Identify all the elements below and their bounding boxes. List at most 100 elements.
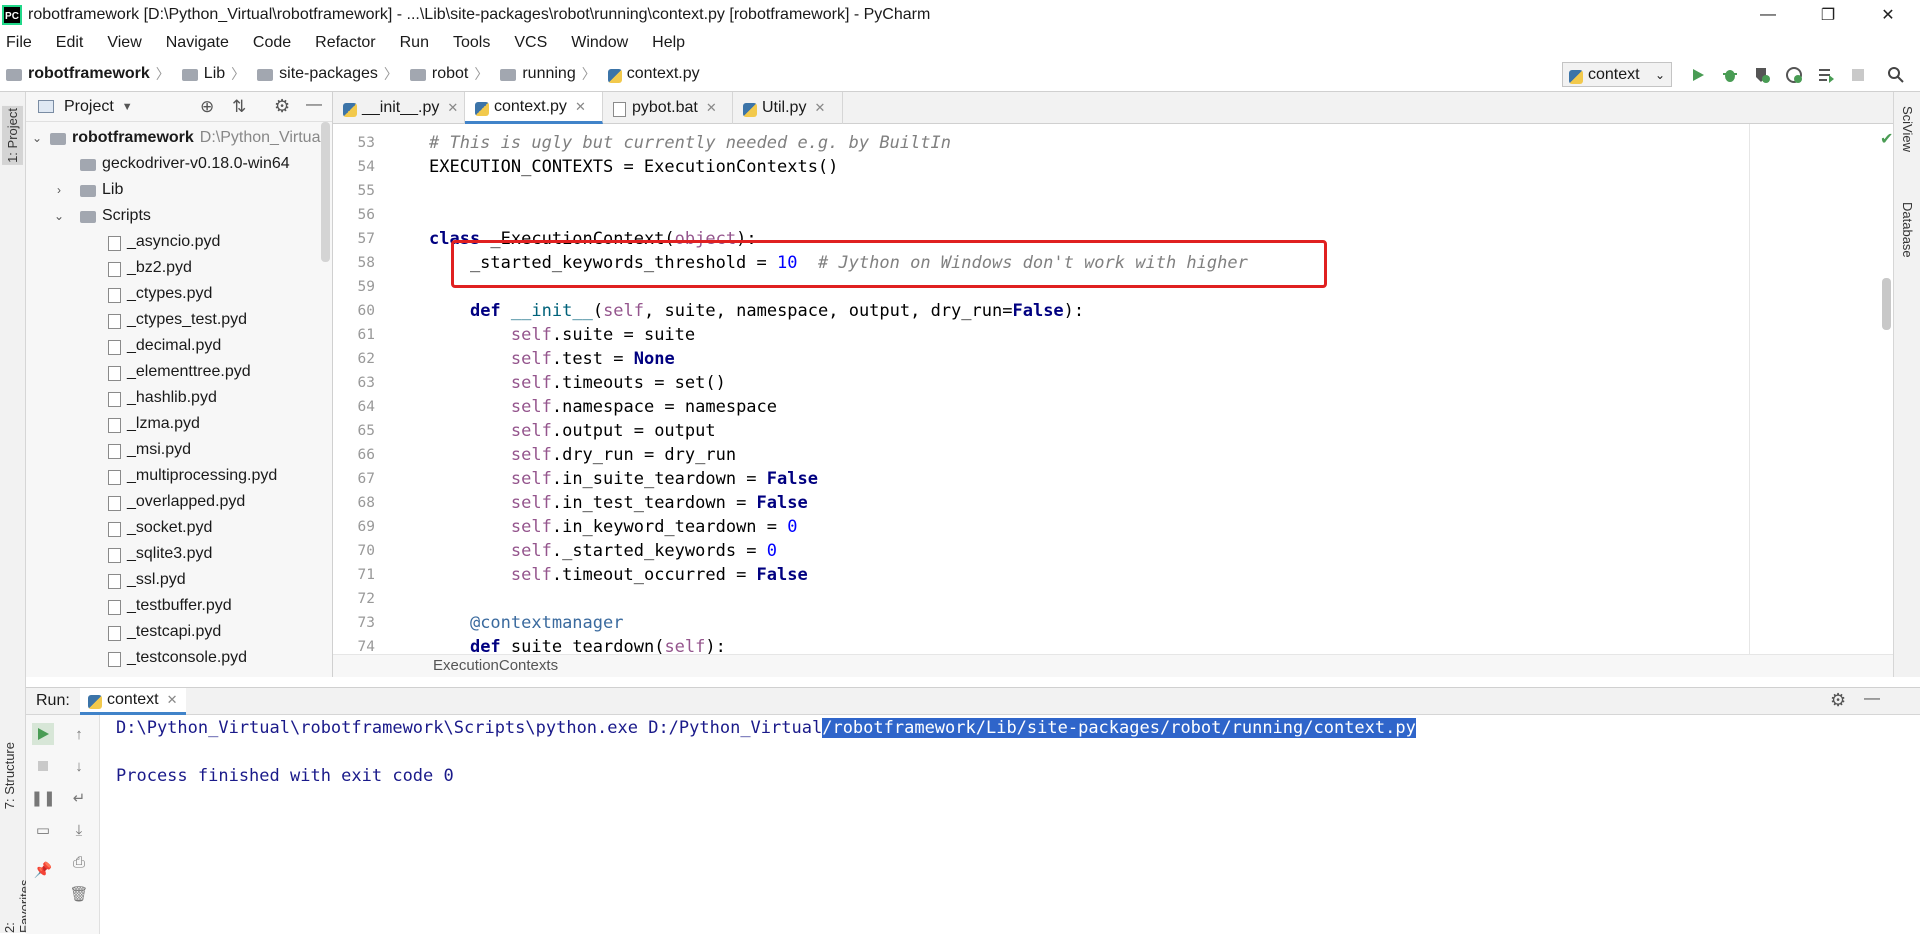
tab-context-py[interactable]: context.py ✕ — [465, 92, 603, 124]
menu-help[interactable]: Help — [648, 34, 689, 52]
tab-util-py[interactable]: Util.py ✕ — [733, 92, 843, 124]
project-scrollbar[interactable] — [321, 122, 330, 262]
up-arrow-icon[interactable]: ↑ — [68, 723, 90, 745]
down-arrow-icon[interactable]: ↓ — [68, 755, 90, 777]
file-icon — [108, 521, 121, 537]
menu-navigate[interactable]: Navigate — [162, 34, 233, 52]
menu-tools[interactable]: Tools — [449, 34, 494, 52]
tree-item-folder[interactable]: › Lib — [52, 177, 123, 203]
tool-tab-project[interactable]: 1: Project — [2, 106, 23, 165]
hide-icon[interactable]: — — [306, 96, 322, 114]
console-command-line[interactable]: D:\Python_Virtual\robotframework\Scripts… — [116, 718, 1416, 738]
hide-icon[interactable]: — — [1864, 690, 1880, 708]
profile-icon[interactable] — [1782, 63, 1806, 87]
run-configuration-select[interactable]: context ⌄ — [1562, 62, 1672, 87]
tool-tab-sciview[interactable]: SciView — [1900, 106, 1915, 152]
close-icon[interactable]: ✕ — [575, 99, 586, 115]
project-panel-title[interactable]: Project — [64, 98, 114, 116]
close-icon[interactable]: ✕ — [814, 100, 825, 116]
tree-item-file[interactable]: _hashlib.pyd — [108, 385, 217, 411]
breadcrumb-robotframework[interactable]: robotframework — [6, 65, 150, 83]
tab-init-py[interactable]: __init__.py ✕ — [333, 92, 465, 124]
run-icon[interactable] — [1686, 63, 1710, 87]
print-icon[interactable]: ⎙ — [68, 851, 90, 873]
tab-pybot-bat[interactable]: pybot.bat ✕ — [603, 92, 733, 124]
tree-item-file[interactable]: _ctypes.pyd — [108, 281, 212, 307]
tree-item-folder[interactable]: geckodriver-v0.18.0-win64 — [80, 151, 290, 177]
menu-vcs[interactable]: VCS — [510, 34, 551, 52]
tree-item-file[interactable]: _elementtree.pyd — [108, 359, 251, 385]
line-number: 62 — [357, 351, 375, 367]
tree-item-file[interactable]: _lzma.pyd — [108, 411, 200, 437]
breadcrumb-running[interactable]: running — [500, 65, 576, 83]
scroll-to-end-icon[interactable]: ⤓ — [68, 819, 90, 841]
tree-item-file[interactable]: _ctypes_test.pyd — [108, 307, 247, 333]
tool-tab-database[interactable]: Database — [1900, 202, 1915, 258]
run-concurrency-icon[interactable] — [1814, 63, 1838, 87]
tree-item-file[interactable]: _testconsole.pyd — [108, 645, 247, 671]
tool-tab-structure[interactable]: 7: Structure — [2, 742, 17, 809]
gear-icon[interactable]: ⚙ — [1830, 690, 1846, 711]
soft-wrap-icon[interactable]: ↵ — [68, 787, 90, 809]
file-icon — [108, 651, 121, 667]
chevron-down-icon[interactable]: ⌄ — [52, 209, 66, 223]
folder-icon — [50, 133, 66, 145]
gear-icon[interactable]: ⚙ — [274, 96, 290, 117]
run-coverage-icon[interactable] — [1750, 63, 1774, 87]
code-line: self.in_suite_teardown = False — [510, 469, 818, 489]
tree-item-file[interactable]: _asyncio.pyd — [108, 229, 220, 255]
close-icon[interactable]: ✕ — [706, 100, 717, 116]
breadcrumb-context-py[interactable]: context.py — [607, 65, 700, 83]
menu-window[interactable]: Window — [567, 34, 632, 52]
chevron-down-icon[interactable]: ▼ — [122, 101, 133, 113]
chevron-right-icon[interactable]: › — [52, 183, 66, 197]
close-icon[interactable]: ✕ — [447, 100, 458, 116]
tree-item-folder[interactable]: ⌄ Scripts — [52, 203, 151, 229]
search-icon[interactable] — [1884, 63, 1908, 87]
title-bar: PC robotframework [D:\Python_Virtual\rob… — [0, 0, 1920, 29]
tree-item-file[interactable]: _ssl.pyd — [108, 567, 186, 593]
editor-context-breadcrumb[interactable]: ExecutionContexts — [333, 654, 1893, 677]
menu-file[interactable]: File — [2, 34, 36, 52]
close-icon[interactable]: ✕ — [167, 692, 178, 708]
tree-item-file[interactable]: _bz2.pyd — [108, 255, 192, 281]
pin-icon[interactable]: 📌 — [32, 859, 54, 881]
menu-refactor[interactable]: Refactor — [311, 34, 379, 52]
tree-item-file[interactable]: _overlapped.pyd — [108, 489, 245, 515]
tree-item-root[interactable]: ⌄ robotframework D:\Python_Virtua — [30, 125, 321, 151]
rerun-icon[interactable] — [32, 723, 54, 745]
layout-icon[interactable]: ▭ — [32, 819, 54, 841]
editor-scrollbar[interactable] — [1882, 278, 1891, 330]
trash-icon[interactable]: 🗑 — [68, 883, 90, 905]
stop-icon[interactable] — [32, 755, 54, 777]
menu-view[interactable]: View — [103, 34, 145, 52]
tree-item-file[interactable]: _testbuffer.pyd — [108, 593, 232, 619]
breadcrumb-lib[interactable]: Lib — [181, 65, 225, 83]
debug-icon[interactable] — [1718, 63, 1742, 87]
tree-item-file[interactable]: _decimal.pyd — [108, 333, 221, 359]
tree-item-file[interactable]: _testcapi.pyd — [108, 619, 221, 645]
line-number: 74 — [357, 639, 375, 655]
collapse-all-icon[interactable]: ⇅ — [232, 97, 246, 117]
run-tab-context[interactable]: context ✕ — [80, 688, 186, 715]
menu-edit[interactable]: Edit — [52, 34, 88, 52]
menu-run[interactable]: Run — [396, 34, 433, 52]
stop-icon[interactable] — [1846, 63, 1870, 87]
breadcrumb-site-packages[interactable]: site-packages — [257, 65, 378, 83]
code-editor[interactable]: 53 54 55 56 57 58 59 60 61 62 63 64 65 6… — [333, 124, 1893, 657]
minimize-button[interactable]: — — [1745, 0, 1791, 29]
tree-item-file[interactable]: _sqlite3.pyd — [108, 541, 212, 567]
folder-icon — [500, 68, 517, 81]
tree-item-file[interactable]: _multiprocessing.pyd — [108, 463, 277, 489]
locate-icon[interactable]: ⊕ — [200, 97, 214, 117]
tree-item-file[interactable]: _msi.pyd — [108, 437, 191, 463]
pause-icon[interactable]: ❚❚ — [30, 787, 55, 809]
restore-button[interactable]: ❐ — [1805, 0, 1851, 29]
tree-item-file[interactable]: _socket.pyd — [108, 515, 212, 541]
inspection-ok-icon[interactable]: ✔ — [1880, 129, 1893, 149]
line-number: 65 — [357, 423, 375, 439]
menu-code[interactable]: Code — [249, 34, 295, 52]
file-icon — [108, 339, 121, 355]
close-button[interactable]: ✕ — [1865, 0, 1911, 29]
breadcrumb-robot[interactable]: robot — [409, 65, 468, 83]
